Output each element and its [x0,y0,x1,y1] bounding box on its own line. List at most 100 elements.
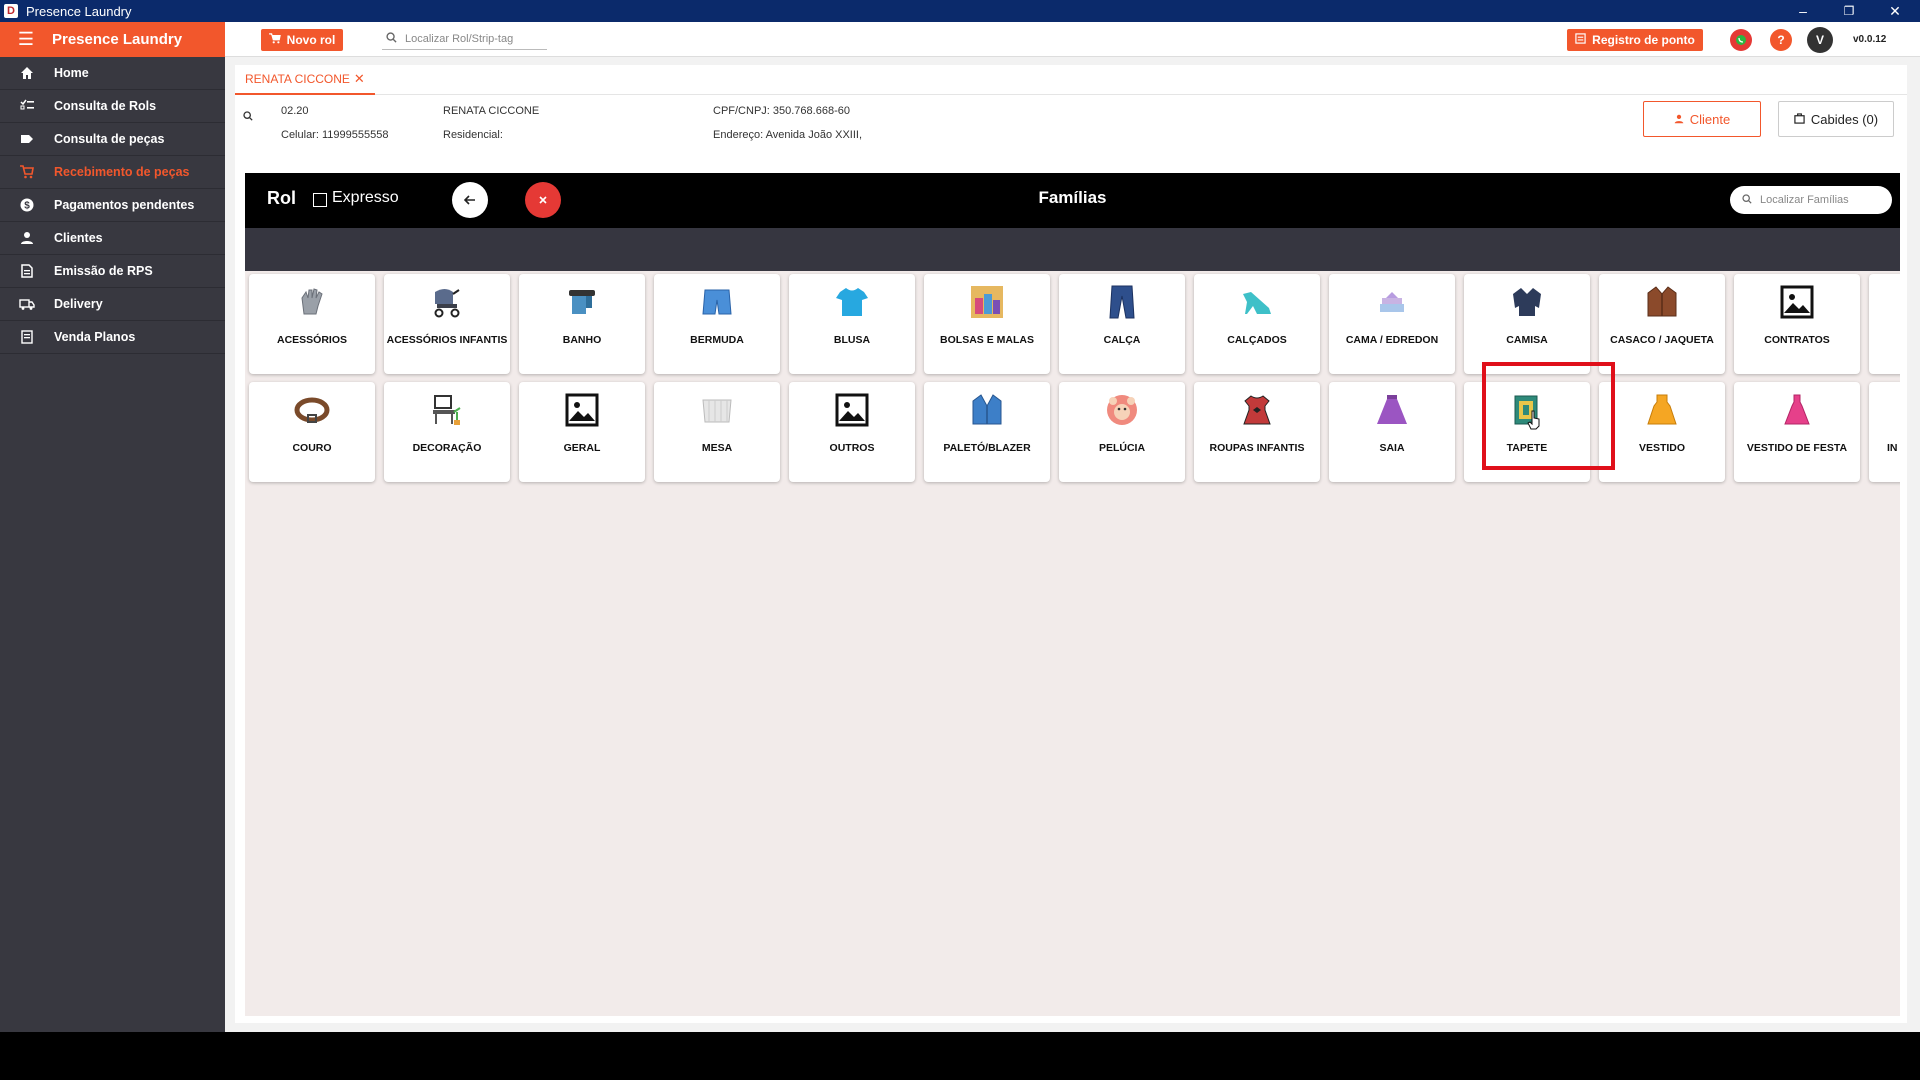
family-label: PELÚCIA [1098,442,1146,454]
expresso-label: Expresso [332,189,399,206]
client-endereco: Endereço: Avenida João XXIII, [713,129,863,141]
familias-search-placeholder: Localizar Famílias [1760,194,1849,206]
app-version: v0.0.12 [1853,34,1887,45]
high-heel-icon [1237,282,1277,322]
expresso-checkbox[interactable] [313,193,327,207]
sidebar-item-consulta-pecas[interactable]: Consulta de peças [0,123,225,156]
family-label: BOLSAS E MALAS [940,334,1034,346]
family-card-bermuda[interactable]: BERMUDA [654,274,780,374]
family-card-calca[interactable]: CALÇA [1059,274,1185,374]
sidebar-item-home[interactable]: Home [0,57,225,90]
family-card-couro[interactable]: COURO [249,382,375,482]
sidebar-item-label: Delivery [54,297,103,311]
family-card-camisa[interactable]: CAMISA [1464,274,1590,374]
avatar[interactable]: V [1807,27,1833,53]
family-card-acessorios-infantis[interactable]: ACESSÓRIOS INFANTIS [384,274,510,374]
towel-icon [562,282,602,322]
family-card-vestido[interactable]: VESTIDO [1599,382,1725,482]
family-label: CAMISA [1506,334,1548,346]
mouse-cursor-icon [1527,410,1543,435]
family-card-mesa[interactable]: MESA [654,382,780,482]
sidebar-item-recebimento-pecas[interactable]: Recebimento de peças [0,156,225,189]
bags-icon [967,282,1007,322]
family-label: GERAL [563,442,601,454]
dollar-icon: $ [0,198,54,212]
kids-dress-icon [1237,390,1277,430]
family-card-banho[interactable]: BANHO [519,274,645,374]
window-title: Presence Laundry [26,3,132,19]
sidebar-item-emissao-rps[interactable]: Emissão de RPS [0,255,225,288]
family-card-partial[interactable]: IN [1869,382,1900,482]
image-placeholder-icon [562,390,602,430]
cliente-button-label: Cliente [1689,111,1731,127]
sidebar-item-label: Home [54,66,89,80]
sidebar-item-pagamentos-pendentes[interactable]: $ Pagamentos pendentes [0,189,225,222]
minimize-button[interactable]: – [1780,0,1826,22]
family-label: BANHO [562,334,602,346]
hamburger-menu-icon[interactable]: ☰ [0,29,52,50]
restore-button[interactable]: ❐ [1826,0,1872,22]
novo-rol-button[interactable]: Novo rol [261,29,343,51]
sidebar-item-clientes[interactable]: Clientes [0,222,225,255]
tshirt-icon [832,282,872,322]
registro-ponto-button[interactable]: Registro de ponto [1567,29,1703,51]
cancel-button[interactable] [525,182,561,218]
shorts-icon [697,282,737,322]
family-card-calcados[interactable]: CALÇADOS [1194,274,1320,374]
family-label: OUTROS [829,442,875,454]
plan-icon [0,330,54,344]
rol-header-bar: Rol Expresso Famílias Localizar Famílias [245,173,1900,228]
whatsapp-icon[interactable] [1730,29,1752,51]
skirt-icon [1372,390,1412,430]
family-card-bolsas-malas[interactable]: BOLSAS E MALAS [924,274,1050,374]
cabides-button[interactable]: Cabides (0) [1778,101,1894,137]
family-card-casaco-jaqueta[interactable]: CASACO / JAQUETA [1599,274,1725,374]
family-card-geral[interactable]: GERAL [519,382,645,482]
family-label: VESTIDO [1638,442,1686,454]
family-card-acessorios[interactable]: ACESSÓRIOS [249,274,375,374]
brand-name: Presence Laundry [52,31,183,48]
family-card-blusa[interactable]: BLUSA [789,274,915,374]
family-card-cama-edredon[interactable]: CAMA / EDREDON [1329,274,1455,374]
cliente-button[interactable]: Cliente [1643,101,1761,137]
close-window-button[interactable]: ✕ [1872,0,1918,22]
family-card-pelucia[interactable]: PELÚCIA [1059,382,1185,482]
family-label: ACESSÓRIOS [276,334,347,346]
back-button[interactable] [452,182,488,218]
sidebar-item-delivery[interactable]: Delivery [0,288,225,321]
family-card-vestido-festa[interactable]: VESTIDO DE FESTA [1734,382,1860,482]
family-card-partial[interactable] [1869,274,1900,374]
family-card-paleto-blazer[interactable]: PALETÓ/BLAZER [924,382,1050,482]
sidebar-item-venda-planos[interactable]: Venda Planos [0,321,225,354]
families-grid: ACESSÓRIOS ACESSÓRIOS INFANTIS BANHO BER… [245,271,1900,1016]
family-card-contratos[interactable]: CONTRATOS [1734,274,1860,374]
familias-search-input[interactable]: Localizar Famílias [1730,186,1892,214]
window-titlebar: D Presence Laundry – ❐ ✕ [0,0,1920,22]
family-card-decoracao[interactable]: DECORAÇÃO [384,382,510,482]
rol-title: Rol [267,188,296,208]
sidebar-item-label: Recebimento de peças [54,165,190,179]
help-icon[interactable]: ? [1770,29,1792,51]
sidebar-item-consulta-rols[interactable]: Consulta de Rols [0,90,225,123]
svg-text:$: $ [24,201,30,212]
rol-search-input[interactable]: Localizar Rol/Strip-tag [382,28,547,50]
jacket-icon [1642,282,1682,322]
family-label: BLUSA [833,334,871,346]
tab-client[interactable]: RENATA CICCONE ✕ [235,65,375,95]
decor-icon [427,390,467,430]
client-search-icon[interactable] [243,111,253,124]
family-label: CASACO / JAQUETA [1610,334,1714,346]
family-card-roupas-infantis[interactable]: ROUPAS INFANTIS [1194,382,1320,482]
family-card-outros[interactable]: OUTROS [789,382,915,482]
family-label: DECORAÇÃO [412,442,482,454]
close-tab-icon[interactable]: ✕ [354,71,365,87]
family-card-saia[interactable]: SAIA [1329,382,1455,482]
family-label: TAPETE [1506,442,1548,454]
category-strip [245,228,1900,271]
family-label: ROUPAS INFANTIS [1209,442,1305,454]
family-label: SAIA [1379,442,1405,454]
clock-list-icon [1575,33,1586,47]
hanger-icon [1794,112,1805,127]
teddy-bear-icon [1102,390,1142,430]
family-label: CALÇADOS [1227,334,1287,346]
